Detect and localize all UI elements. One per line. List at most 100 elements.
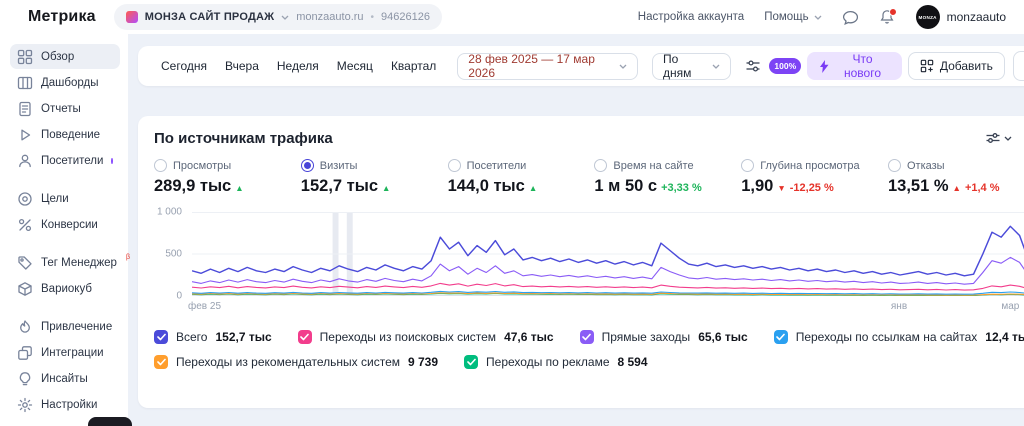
sampling-badge[interactable]: 100%	[769, 58, 801, 74]
help-menu[interactable]: Помощь	[764, 11, 821, 23]
sampling-sliders-icon[interactable]	[745, 58, 761, 74]
metric-value: 289,9 тыс	[154, 177, 231, 196]
sidebar-item-conversions[interactable]: Конверсии	[10, 212, 120, 237]
metric-option[interactable]: Отказы13,51 %▲+1,4 %	[888, 159, 1024, 196]
sidebar-item-goals[interactable]: Цели	[10, 186, 120, 211]
metric-value: 1,90	[741, 177, 773, 196]
preset-button[interactable]: Вчера	[216, 55, 268, 77]
counter-domain: monzaauto.ru	[296, 11, 363, 23]
legend-item[interactable]: Переходы из рекомендательных систем9 739	[154, 355, 438, 369]
reports-icon	[17, 101, 33, 117]
metric-radio[interactable]	[888, 159, 901, 172]
sidebar-item-integrations[interactable]: Интеграции	[10, 340, 120, 365]
metric-radio[interactable]	[301, 159, 314, 172]
bell-icon[interactable]	[879, 9, 896, 26]
granularity-select[interactable]: По дням	[652, 53, 731, 80]
legend-checkbox[interactable]	[154, 330, 168, 344]
metrics-settings-icon[interactable]	[985, 131, 1012, 147]
support-chat-widget[interactable]	[88, 417, 132, 426]
chat-icon[interactable]	[842, 9, 859, 26]
sidebar-item-label: Вариокуб	[41, 283, 92, 295]
sidebar-item-behavior[interactable]: Поведение	[10, 122, 120, 147]
sidebar-item-insights[interactable]: Инсайты	[10, 366, 120, 391]
toolbar-kebab-menu[interactable]: ⋮	[1013, 51, 1024, 81]
metric-label: Посетители	[467, 160, 527, 172]
sidebar-item-overview[interactable]: Обзор	[10, 44, 120, 69]
metric-radio[interactable]	[154, 159, 167, 172]
variocube-icon	[17, 281, 33, 297]
metric-option[interactable]: Просмотры289,9 тыс▲	[154, 159, 301, 196]
metric-option[interactable]: Глубина просмотра 1,90 ▼ -12,25 %	[741, 159, 888, 196]
legend-item[interactable]: Всего 152,7 тыс	[154, 330, 272, 344]
sidebar-item-label: Интеграции	[41, 347, 104, 359]
conversions-icon	[17, 217, 33, 233]
metric-option[interactable]: Посетители144,0 тыс▲	[448, 159, 595, 196]
metric-label: Просмотры	[173, 160, 231, 172]
sidebar-item-reports[interactable]: Отчеты	[10, 96, 120, 121]
metric-value: 152,7 тыс	[301, 177, 378, 196]
metrika-logo[interactable]: Метрика	[28, 8, 96, 26]
metric-value: 13,51 %	[888, 177, 949, 196]
sidebar-item-visitors[interactable]: Посетители	[10, 148, 120, 173]
metric-radio[interactable]	[594, 159, 607, 172]
main-content: СегодняВчераНеделяМесяцКвартал 28 фев 20…	[128, 34, 1024, 426]
whats-new-button[interactable]: Что нового	[807, 52, 902, 80]
x-tick-label: янв	[891, 301, 907, 312]
metric-option[interactable]: Время на сайте1 м 50 с+3,33 %	[594, 159, 741, 196]
legend-label: Прямые заходы	[602, 330, 691, 344]
sidebar-item-tag-manager[interactable]: Тег Менеджерβ	[10, 250, 120, 275]
counter-selector[interactable]: МОНЗА САЙТ ПРОДАЖ monzaauto.ru • 9462612…	[114, 4, 442, 30]
beta-badge: β	[126, 254, 130, 261]
add-widget-button[interactable]: Добавить	[908, 52, 1005, 80]
dashboards-icon	[17, 75, 33, 91]
legend-value: 152,7 тыс	[215, 330, 271, 344]
x-tick-label: мар	[1001, 301, 1019, 312]
sidebar-item-variocube[interactable]: Вариокуб	[10, 276, 120, 301]
chevron-down-icon	[281, 15, 289, 20]
preset-button[interactable]: Квартал	[382, 55, 445, 77]
legend-item[interactable]: Переходы из поисковых систем47,6 тыс	[298, 330, 554, 344]
chart-legend: Всего 152,7 тыс Переходы из поисковых сист…	[138, 318, 1024, 369]
date-range-value: 28 фев 2025 — 17 мар 2026	[468, 52, 612, 80]
granularity-value: По дням	[663, 52, 705, 80]
traffic-chart-svg	[192, 212, 1024, 296]
sidebar-item-dashboards[interactable]: Дашборды	[10, 70, 120, 95]
metric-radio[interactable]	[741, 159, 754, 172]
account-settings-link[interactable]: Настройка аккаунта	[638, 11, 744, 23]
date-range-picker[interactable]: 28 фев 2025 — 17 мар 2026	[457, 53, 638, 80]
sidebar-item-label: Инсайты	[41, 373, 88, 385]
metric-selected[interactable]: Визиты152,7 тыс▲	[301, 159, 448, 196]
metric-label: Глубина просмотра	[760, 160, 859, 172]
preset-button[interactable]: Месяц	[328, 55, 382, 77]
legend-checkbox[interactable]	[580, 330, 594, 344]
metric-label: Отказы	[907, 160, 945, 172]
sidebar-item-label: Дашборды	[41, 77, 99, 89]
metric-radio[interactable]	[448, 159, 461, 172]
metric-delta: -12,25 %	[790, 182, 834, 194]
preset-button[interactable]: Неделя	[268, 55, 328, 77]
legend-value: 47,6 тыс	[504, 330, 554, 344]
legend-checkbox[interactable]	[464, 355, 478, 369]
legend-checkbox[interactable]	[298, 330, 312, 344]
legend-label: Переходы по ссылкам на сайтах	[796, 330, 978, 344]
behavior-icon	[17, 127, 33, 143]
legend-label: Всего	[176, 330, 207, 344]
user-menu[interactable]: MONZA monzaauto	[916, 5, 1006, 29]
legend-value: 9 739	[408, 355, 438, 369]
preset-button[interactable]: Сегодня	[152, 55, 216, 77]
username: monzaauto	[947, 10, 1006, 24]
y-tick-label: 500	[165, 249, 182, 260]
legend-item[interactable]: Переходы по ссылкам на сайтах12,4 тыс	[774, 330, 1024, 344]
legend-checkbox[interactable]	[774, 330, 788, 344]
sidebar-item-label: Цели	[41, 193, 69, 205]
legend-item[interactable]: Переходы по рекламе8 594	[464, 355, 648, 369]
metric-delta: +3,33 %	[661, 182, 702, 194]
trend-down-icon: ▼	[777, 183, 785, 193]
legend-checkbox[interactable]	[154, 355, 168, 369]
legend-item[interactable]: Прямые заходы65,6 тыс	[580, 330, 748, 344]
sidebar-item-settings[interactable]: Настройки	[10, 392, 120, 417]
traffic-chart[interactable]: 05001 000 фев 25янвмар	[154, 206, 1024, 318]
sidebar-item-acquisition[interactable]: Привлечение	[10, 314, 120, 339]
tag-manager-icon	[17, 255, 33, 271]
overview-icon	[17, 49, 33, 65]
